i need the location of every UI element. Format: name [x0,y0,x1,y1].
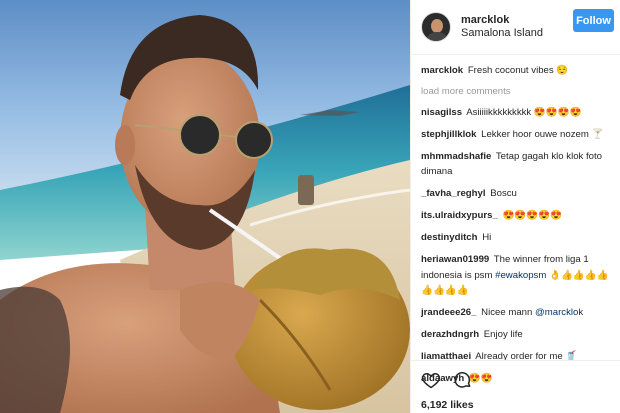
list-item: heriawan01999 The winner from liga 1 ind… [421,252,610,299]
photo-image [0,0,410,413]
comment-icon[interactable] [453,370,473,390]
list-item: mhmmadshafie Tetap gagah klo klok foto d… [421,149,610,180]
header-location[interactable]: Samalona Island [461,27,543,40]
caption-username[interactable]: marcklok [421,65,463,76]
action-icons [421,369,610,391]
header-text: marcklok Samalona Island [461,14,543,40]
load-more-comments-link[interactable]: load more comments [421,85,610,98]
header-username[interactable]: marcklok [461,14,543,27]
avatar-shirt [426,32,448,41]
comment-hashtag[interactable]: #ewakopsm [495,270,546,281]
comment-username[interactable]: destinyditch [421,232,478,243]
instagram-post: marcklok Samalona Island Follow marcklok… [0,0,620,413]
comment-username[interactable]: stephjillklok [421,129,476,140]
comment-username[interactable]: jrandeee26_ [421,307,476,318]
post-header: marcklok Samalona Island Follow [411,0,620,55]
follow-button[interactable]: Follow [573,9,614,32]
list-item: derazhdngrh Enjoy life [421,327,610,343]
comment-text: Nicee mann [481,307,533,318]
avatar-face [431,19,443,33]
comment-username[interactable]: derazhdngrh [421,329,479,340]
caption-text: Fresh coconut vibes 😌 [467,65,569,76]
comment-text: Enjoy life [483,329,523,340]
comment-text: Boscu [490,188,517,199]
comment-text: 😍😍😍😍😍 [502,210,563,221]
comments-list: marcklok Fresh coconut vibes 😌 load more… [411,55,620,387]
comment-text: Asiiiiikkkkkkkkk 😍😍😍😍 [466,106,582,118]
avatar[interactable] [421,12,451,42]
list-item: destinyditch Hi [421,230,610,246]
list-item: nisagilss Asiiiiikkkkkkkkk 😍😍😍😍 [421,105,610,121]
post-actions: 6,192 likes [411,360,620,413]
likes-count[interactable]: 6,192 likes [421,399,610,411]
comment-mention[interactable]: @marcklok [535,307,583,318]
list-item: _favha_reghyl Boscu [421,186,610,202]
post-photo[interactable] [0,0,410,413]
comment-username[interactable]: heriawan01999 [421,254,489,265]
list-item: stephjillklok Lekker hoor ouwe nozem 🍸 [421,127,610,143]
post-sidebar: marcklok Samalona Island Follow marcklok… [410,0,620,413]
comment-username[interactable]: its.ulraidxypurs_ [421,210,498,221]
comment-text: Hi [482,232,492,243]
comment-username[interactable]: _favha_reghyl [421,188,486,199]
comment-username[interactable]: nisagilss [421,107,462,118]
list-item: jrandeee26_ Nicee mann @marcklok [421,305,610,321]
heart-icon[interactable] [421,370,441,390]
comment-username[interactable]: mhmmadshafie [421,151,491,162]
caption: marcklok Fresh coconut vibes 😌 [421,63,610,79]
list-item: its.ulraidxypurs_ 😍😍😍😍😍 [421,208,610,224]
comment-text: Lekker hoor ouwe nozem 🍸 [481,128,604,140]
